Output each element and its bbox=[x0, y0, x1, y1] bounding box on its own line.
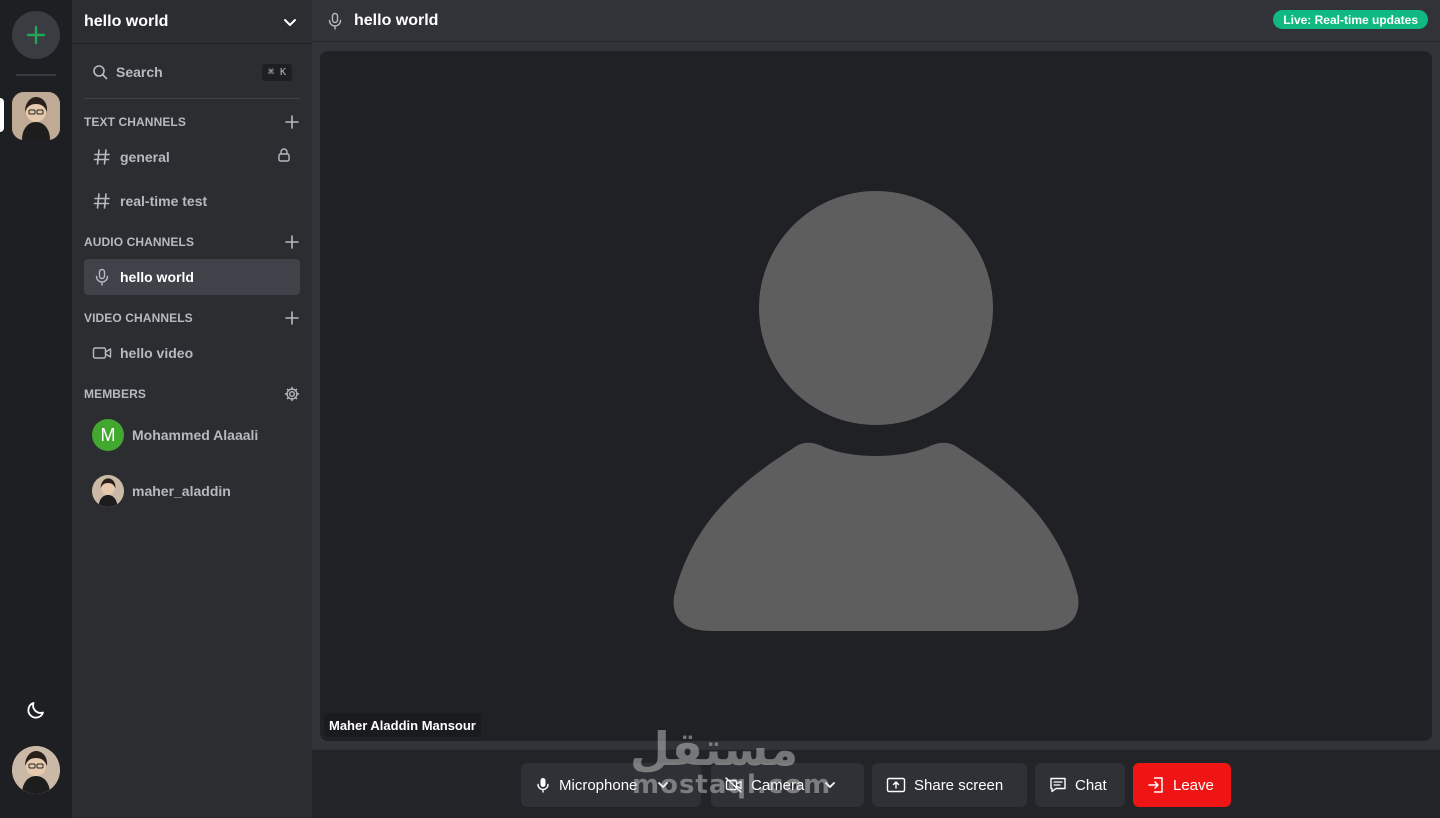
user-placeholder-icon bbox=[673, 191, 1079, 631]
channel-general[interactable]: general bbox=[84, 139, 300, 175]
video-channels-header: VIDEO CHANNELS bbox=[84, 310, 300, 326]
app-window: hello world Search ⌘ K TEXT CHANNELS gen… bbox=[0, 0, 1440, 818]
server-header[interactable]: hello world bbox=[72, 0, 312, 44]
gear-icon[interactable] bbox=[284, 386, 300, 402]
microphone-icon bbox=[328, 12, 342, 30]
participant-video-tile[interactable]: Maher Aladdin Mansour bbox=[320, 51, 1432, 741]
video-camera-icon bbox=[92, 343, 112, 363]
member-maher-aladdin[interactable]: maher_aladdin bbox=[84, 469, 300, 513]
section-title-audio: AUDIO CHANNELS bbox=[84, 235, 195, 249]
share-screen-icon bbox=[886, 777, 906, 793]
chevron-down-icon[interactable] bbox=[810, 763, 850, 807]
member-mohammed-alaaali[interactable]: M Mohammed Alaaali bbox=[84, 413, 300, 457]
camera-button[interactable]: Camera bbox=[711, 763, 864, 807]
avatar bbox=[92, 475, 124, 507]
server-name: hello world bbox=[84, 12, 169, 30]
audio-channels-header: AUDIO CHANNELS bbox=[84, 234, 300, 250]
add-video-channel-icon[interactable] bbox=[284, 310, 300, 326]
hash-icon bbox=[92, 191, 112, 211]
leave-icon bbox=[1148, 777, 1163, 793]
share-screen-button[interactable]: Share screen bbox=[872, 763, 1027, 807]
channel-hello-video[interactable]: hello video bbox=[84, 335, 300, 371]
selected-server-indicator bbox=[0, 98, 4, 132]
add-server-button[interactable] bbox=[12, 11, 60, 59]
channel-sidebar: hello world Search ⌘ K TEXT CHANNELS gen… bbox=[72, 0, 312, 818]
channel-name: real-time test bbox=[120, 193, 208, 209]
members-header: MEMBERS bbox=[84, 386, 300, 402]
main-area: hello world Live: Real-time updates Mahe… bbox=[312, 0, 1440, 818]
channel-real-time-test[interactable]: real-time test bbox=[84, 183, 300, 219]
chat-icon bbox=[1050, 777, 1066, 793]
microphone-icon bbox=[537, 778, 549, 793]
chat-button[interactable]: Chat bbox=[1035, 763, 1125, 807]
channel-name: general bbox=[120, 149, 170, 165]
live-status-badge: Live: Real-time updates bbox=[1273, 10, 1428, 29]
search-icon bbox=[93, 65, 108, 80]
moon-icon[interactable] bbox=[24, 698, 48, 722]
microphone-button[interactable]: Microphone bbox=[521, 763, 701, 807]
hash-icon bbox=[92, 147, 112, 167]
chat-label: Chat bbox=[1075, 776, 1107, 794]
section-title-members: MEMBERS bbox=[84, 387, 147, 401]
server-rail bbox=[0, 0, 72, 818]
rail-separator bbox=[16, 74, 56, 76]
section-title-video: VIDEO CHANNELS bbox=[84, 311, 193, 325]
leave-label: Leave bbox=[1173, 776, 1214, 794]
share-screen-label: Share screen bbox=[914, 776, 1004, 794]
channel-name: hello world bbox=[120, 269, 194, 285]
search-label: Search bbox=[116, 64, 163, 80]
lock-icon bbox=[276, 147, 292, 168]
search-divider bbox=[84, 98, 300, 99]
camera-label: Camera bbox=[751, 776, 805, 794]
server-icon[interactable] bbox=[12, 92, 60, 140]
avatar: M bbox=[92, 419, 124, 451]
channel-title: hello world bbox=[354, 11, 439, 29]
participant-name-tag: Maher Aladdin Mansour bbox=[324, 713, 481, 737]
add-text-channel-icon[interactable] bbox=[284, 114, 300, 130]
chevron-down-icon bbox=[284, 18, 296, 26]
channel-name: hello video bbox=[120, 345, 194, 361]
text-channels-header: TEXT CHANNELS bbox=[84, 114, 300, 130]
plus-icon bbox=[26, 25, 46, 45]
call-controls-bar: Microphone Camera Share screen Chat Leav… bbox=[312, 749, 1440, 818]
channel-topbar: hello world Live: Real-time updates bbox=[312, 0, 1440, 42]
user-avatar[interactable] bbox=[12, 746, 60, 794]
microphone-icon bbox=[92, 267, 112, 287]
search-button[interactable]: Search ⌘ K bbox=[84, 56, 300, 88]
section-title-text: TEXT CHANNELS bbox=[84, 115, 186, 129]
chevron-down-icon[interactable] bbox=[643, 763, 683, 807]
leave-button[interactable]: Leave bbox=[1133, 763, 1231, 807]
channel-hello-world[interactable]: hello world bbox=[84, 259, 300, 295]
member-name: maher_aladdin bbox=[132, 483, 231, 499]
camera-off-icon bbox=[725, 777, 742, 793]
microphone-label: Microphone bbox=[559, 776, 638, 794]
add-audio-channel-icon[interactable] bbox=[284, 234, 300, 250]
member-name: Mohammed Alaaali bbox=[132, 427, 259, 443]
search-shortcut: ⌘ K bbox=[261, 63, 292, 81]
